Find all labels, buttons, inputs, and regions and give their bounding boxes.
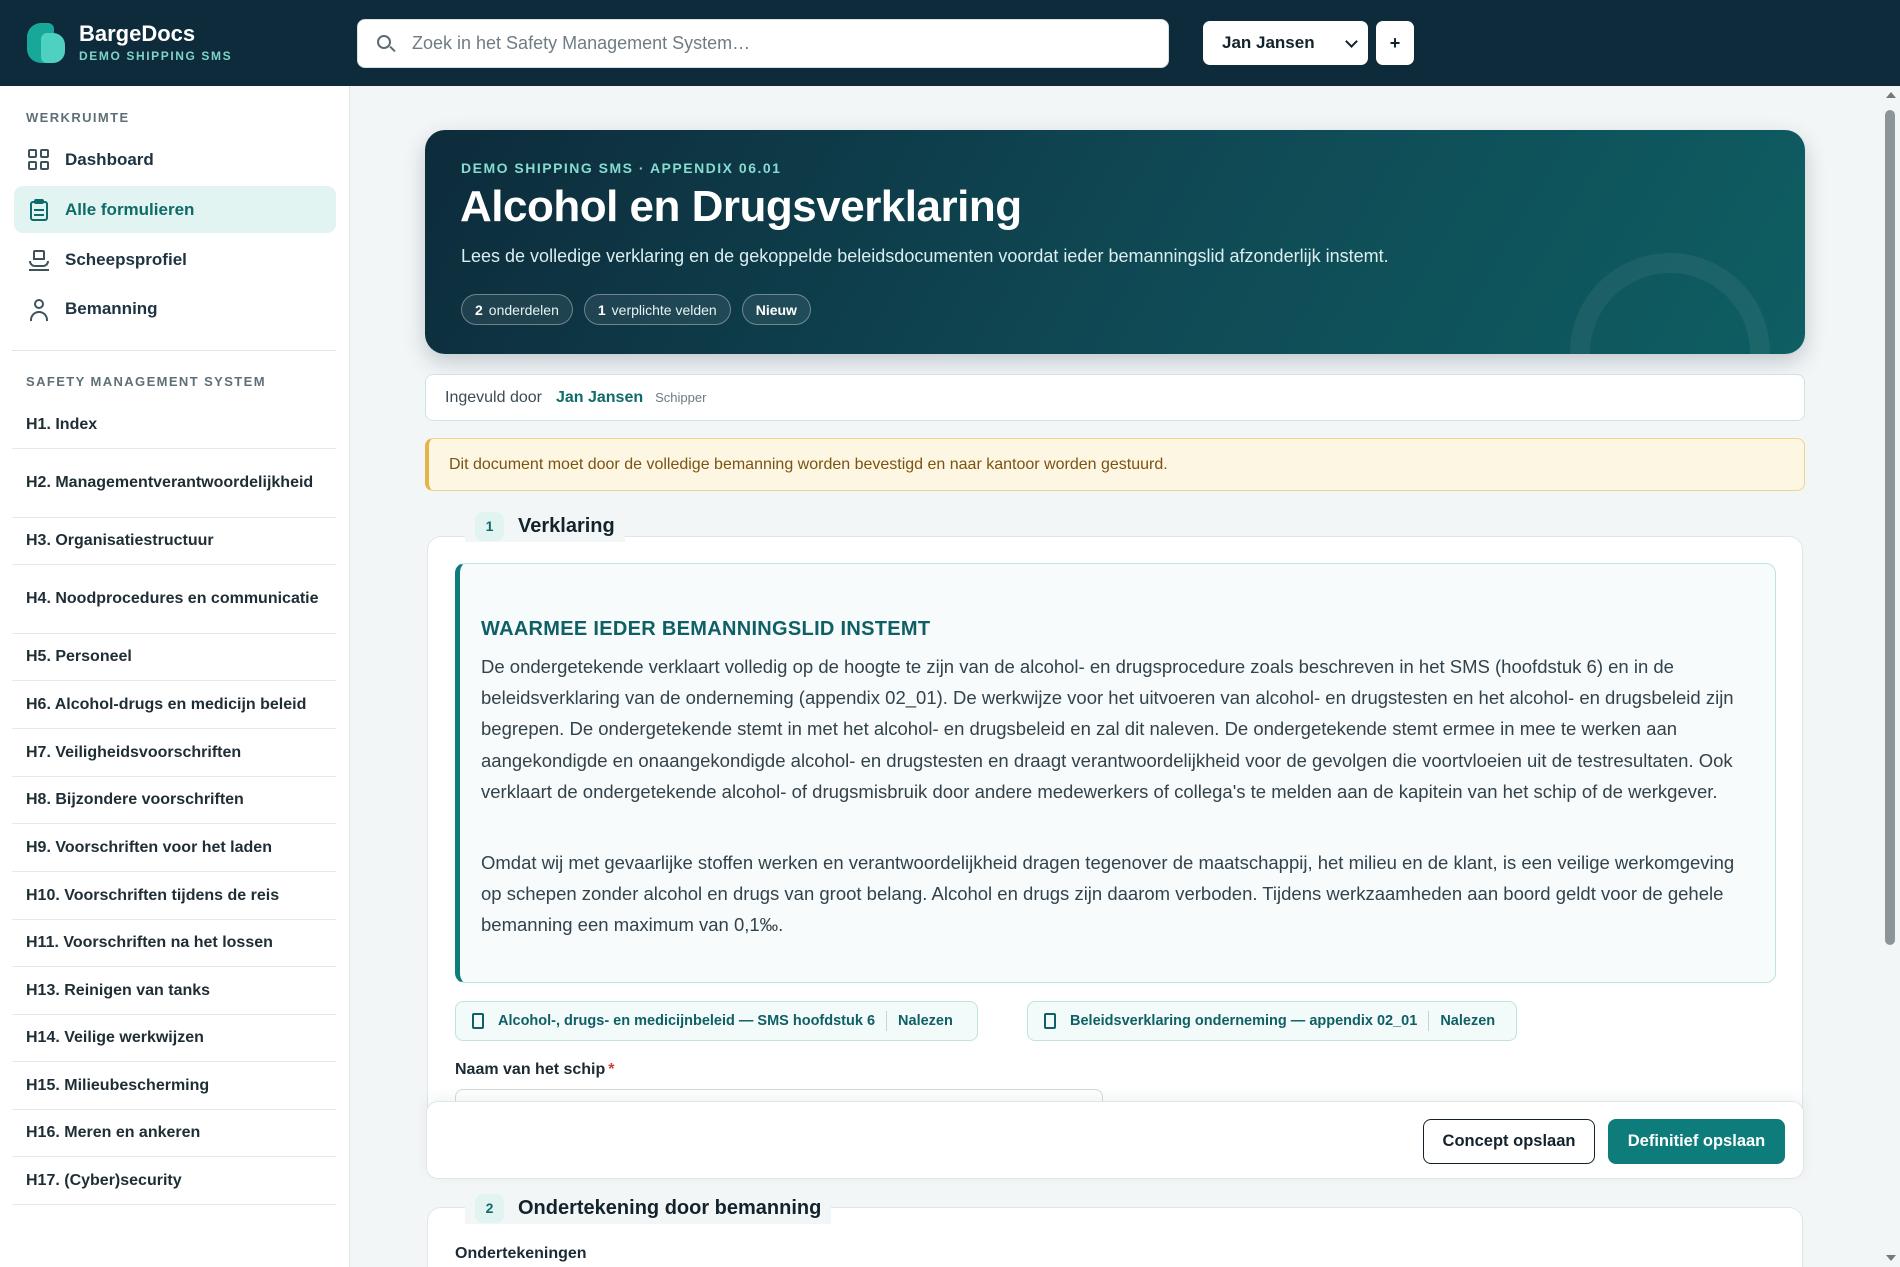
hero-chips: 2 onderdelen 1 verplichte velden Nieuw xyxy=(461,294,811,325)
sidebar-item-scheepsprofiel[interactable]: Scheepsprofiel xyxy=(14,236,336,283)
document-link-label: Beleidsverklaring onderneming — appendix… xyxy=(1070,1013,1418,1029)
clipboard-icon xyxy=(28,198,50,221)
sidebar-item-h2[interactable]: H2. Managementverantwoordelijkheid xyxy=(12,449,336,518)
user-select[interactable]: Jan Jansen xyxy=(1203,21,1368,65)
page-title: Alcohol en Drugsverklaring xyxy=(460,182,1022,231)
declaration-heading: WAARMEE IEDER BEMANNINGSLID INSTEMT xyxy=(481,618,931,640)
sidebar-item-h9[interactable]: H9. Voorschriften voor het laden xyxy=(12,824,336,872)
top-bar: BargeDocs DEMO SHIPPING SMS Jan Jansen + xyxy=(0,0,1900,86)
sidebar: WERKRUIMTE Dashboard Alle formulieren Sc… xyxy=(0,86,350,1267)
ship-icon xyxy=(28,249,50,271)
declaration-paragraph-2: Omdat wij met gevaarlijke stoffen werken… xyxy=(481,852,1735,936)
sidebar-item-alle-formulieren[interactable]: Alle formulieren xyxy=(14,186,336,233)
search-bar[interactable] xyxy=(357,19,1169,68)
scroll-up-arrow-icon[interactable] xyxy=(1886,92,1896,98)
document-link-label: Alcohol-, drugs- en medicijnbeleid — SMS… xyxy=(498,1013,876,1029)
brand-logo-icon xyxy=(27,22,67,63)
policy-statement-link[interactable]: Beleidsverklaring onderneming — appendix… xyxy=(1027,1001,1517,1041)
sidebar-item-h13[interactable]: H13. Reinigen van tanks xyxy=(12,967,336,1015)
hero-kicker: DEMO SHIPPING SMS · APPENDIX 06.01 xyxy=(461,160,782,176)
signatures-label: Ondertekeningen xyxy=(455,1245,587,1262)
sidebar-item-h6[interactable]: H6. Alcohol-drugs en medicijn beleid xyxy=(12,681,336,729)
required-fields-chip: 1 verplichte velden xyxy=(583,294,731,325)
sidebar-item-h11[interactable]: H11. Voorschriften na het lossen xyxy=(12,920,336,967)
sms-heading: SAFETY MANAGEMENT SYSTEM xyxy=(26,374,266,389)
sidebar-item-h16[interactable]: H16. Meren en ankeren xyxy=(12,1110,336,1157)
filled-by-name: Jan Jansen xyxy=(555,388,644,406)
user-select-value: Jan Jansen xyxy=(1222,33,1315,52)
brand-name: BargeDocs xyxy=(79,21,196,46)
section-header-2: 2 Ondertekening door bemanning xyxy=(465,1192,832,1224)
section-title: Verklaring xyxy=(518,514,615,537)
review-link[interactable]: Nalezen xyxy=(898,1013,953,1029)
decorative-ring xyxy=(1570,253,1770,354)
workspace-heading: WERKRUIMTE xyxy=(26,110,130,125)
section-number: 1 xyxy=(475,511,504,541)
sidebar-item-label: Scheepsprofiel xyxy=(65,249,187,269)
sidebar-item-h7[interactable]: H7. Veiligheidsvoorschriften xyxy=(12,729,336,777)
scrollbar[interactable] xyxy=(1882,86,1900,1267)
search-icon xyxy=(376,34,396,54)
book-icon xyxy=(1044,1013,1056,1029)
brand[interactable]: BargeDocs DEMO SHIPPING SMS xyxy=(27,22,232,63)
book-icon xyxy=(472,1013,484,1029)
sidebar-divider xyxy=(12,350,336,351)
status-badge: Nieuw xyxy=(741,294,811,325)
sidebar-item-h17[interactable]: H17. (Cyber)security xyxy=(12,1157,336,1205)
sidebar-item-h5[interactable]: H5. Personeel xyxy=(12,634,336,681)
declaration-box: WAARMEE IEDER BEMANNINGSLID INSTEMT De o… xyxy=(455,563,1776,983)
filled-by-label: Ingevuld door xyxy=(445,388,542,406)
add-user-button[interactable]: + xyxy=(1376,21,1414,65)
filled-by-role: Schipper xyxy=(655,390,707,405)
sidebar-item-h8[interactable]: H8. Bijzondere voorschriften xyxy=(12,777,336,824)
user-icon xyxy=(28,298,50,321)
sidebar-item-label: Alle formulieren xyxy=(65,199,195,219)
save-final-button[interactable]: Definitief opslaan xyxy=(1608,1119,1785,1164)
required-marker: * xyxy=(608,1061,615,1078)
ship-name-label: Naam van het schip * xyxy=(455,1061,615,1078)
section-title: Ondertekening door bemanning xyxy=(518,1196,822,1219)
brand-subtitle: DEMO SHIPPING SMS xyxy=(79,49,233,63)
section-header-1: 1 Verklaring xyxy=(465,510,625,542)
sidebar-item-dashboard[interactable]: Dashboard xyxy=(14,136,336,183)
action-bar: Concept opslaan Definitief opslaan xyxy=(426,1101,1804,1179)
save-draft-button[interactable]: Concept opslaan xyxy=(1423,1119,1595,1164)
sidebar-item-h3[interactable]: H3. Organisatiestructuur xyxy=(12,518,336,565)
declaration-paragraph-1: De ondergetekende verklaart volledig op … xyxy=(481,656,1734,802)
grid-icon xyxy=(28,148,50,171)
sidebar-item-h1[interactable]: H1. Index xyxy=(12,402,336,449)
sidebar-item-h15[interactable]: H15. Milieubescherming xyxy=(12,1062,336,1110)
section-number: 2 xyxy=(475,1193,504,1223)
hero-description: Lees de volledige verklaring en de gekop… xyxy=(461,246,1389,266)
sidebar-item-h10[interactable]: H10. Voorschriften tijdens de reis xyxy=(12,872,336,920)
filled-by-bar: Ingevuld door Jan Jansen Schipper xyxy=(425,374,1805,421)
parts-count-chip: 2 onderdelen xyxy=(461,294,573,325)
sidebar-item-label: Dashboard xyxy=(65,149,154,169)
policy-document-link[interactable]: Alcohol-, drugs- en medicijnbeleid — SMS… xyxy=(455,1001,978,1041)
scrollbar-thumb[interactable] xyxy=(1885,110,1895,945)
notice-banner: Dit document moet door de volledige bema… xyxy=(425,438,1805,491)
chevron-down-icon xyxy=(1345,35,1358,48)
sidebar-item-bemanning[interactable]: Bemanning xyxy=(14,285,336,332)
sidebar-item-h14[interactable]: H14. Veilige werkwijzen xyxy=(12,1015,336,1062)
scroll-down-arrow-icon[interactable] xyxy=(1886,1255,1896,1261)
sidebar-item-h4[interactable]: H4. Noodprocedures en communicatie xyxy=(12,565,336,634)
form-hero: DEMO SHIPPING SMS · APPENDIX 06.01 Alcoh… xyxy=(425,130,1805,354)
sidebar-item-label: Bemanning xyxy=(65,298,158,318)
search-input[interactable] xyxy=(412,33,1112,54)
review-link[interactable]: Nalezen xyxy=(1440,1013,1495,1029)
